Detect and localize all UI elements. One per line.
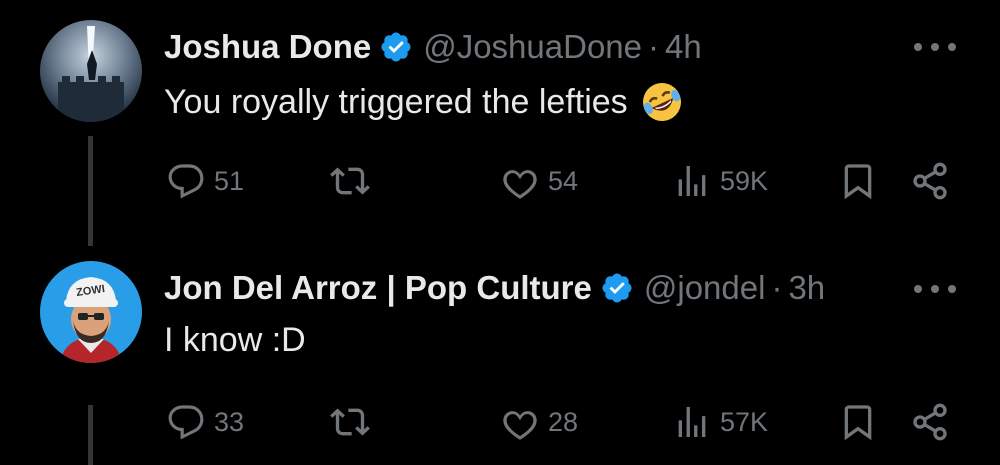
tweet-text: I know :D <box>164 321 306 360</box>
rolling-on-floor-laughing-emoji-icon <box>640 80 684 124</box>
views-count: 57K <box>720 406 769 437</box>
separator-dot: · <box>771 269 783 306</box>
tweet-text-body: I know :D <box>164 321 306 359</box>
author-handle[interactable]: @JoshuaDone <box>423 28 642 66</box>
reply-count: 33 <box>214 406 245 437</box>
views-icon <box>678 166 706 196</box>
avatar-image <box>40 20 142 122</box>
author-handle[interactable]: @jondel <box>644 269 766 307</box>
heart-icon <box>503 411 537 440</box>
bookmark-button[interactable] <box>838 156 878 206</box>
views-count: 59K <box>720 165 769 196</box>
share-button[interactable] <box>910 156 950 206</box>
tweet-text: You royally triggered the lefties <box>164 80 684 124</box>
more-icon[interactable] <box>914 281 956 297</box>
tweet-1[interactable]: Joshua Done @JoshuaDone · 4h You royally… <box>0 0 1000 246</box>
tweet-2[interactable]: ZOWI Jon Del Arroz | Pop Culture @jondel… <box>0 245 1000 465</box>
avatar-image: ZOWI <box>40 261 142 363</box>
avatar[interactable] <box>40 20 142 122</box>
tweet-header: Joshua Done @JoshuaDone · 4h <box>164 22 702 72</box>
share-icon <box>913 162 947 200</box>
author-name[interactable]: Jon Del Arroz | Pop Culture <box>164 269 592 307</box>
heart-icon <box>503 170 537 199</box>
verified-badge-icon <box>379 30 413 64</box>
like-button[interactable]: 54 <box>500 156 578 206</box>
like-count: 54 <box>548 165 579 196</box>
retweet-icon <box>330 167 370 195</box>
separator-dot: · <box>648 28 660 65</box>
bookmark-icon <box>844 164 872 200</box>
views-button[interactable]: 57K <box>672 397 768 447</box>
like-count: 28 <box>548 406 579 437</box>
more-icon[interactable] <box>914 39 956 55</box>
reply-icon <box>168 164 204 199</box>
retweet-button[interactable] <box>330 156 370 206</box>
reply-button[interactable]: 51 <box>166 156 244 206</box>
tweet-text-body: You royally triggered the lefties <box>164 82 628 121</box>
tweet-header: Jon Del Arroz | Pop Culture @jondel · 3h <box>164 263 825 313</box>
views-button[interactable]: 59K <box>672 156 768 206</box>
reply-count: 51 <box>214 165 245 196</box>
author-name[interactable]: Joshua Done <box>164 28 371 66</box>
views-icon <box>678 407 706 437</box>
avatar[interactable]: ZOWI <box>40 261 142 363</box>
like-button[interactable]: 28 <box>500 397 578 447</box>
share-icon <box>913 403 947 441</box>
tweet-actions: 51 54 59K <box>0 156 1000 206</box>
timestamp[interactable]: 4h <box>665 28 702 66</box>
reply-icon <box>168 405 204 440</box>
bookmark-button[interactable] <box>838 397 878 447</box>
retweet-button[interactable] <box>330 397 370 447</box>
share-button[interactable] <box>910 397 950 447</box>
reply-button[interactable]: 33 <box>166 397 244 447</box>
retweet-icon <box>330 408 370 436</box>
tweet-actions: 33 28 57K <box>0 397 1000 447</box>
timestamp[interactable]: 3h <box>788 269 825 307</box>
verified-badge-icon <box>600 271 634 305</box>
bookmark-icon <box>844 405 872 441</box>
